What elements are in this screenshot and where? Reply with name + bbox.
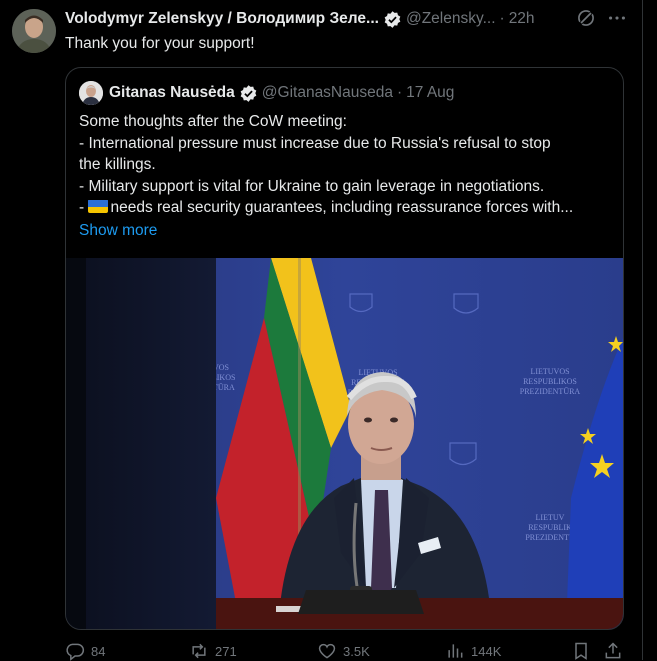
grok-icon[interactable] [576,8,596,28]
separator: · [396,84,403,101]
separator: · [499,10,505,27]
post[interactable]: Volodymyr Zelenskyy / Володимир Зеле... … [0,0,657,661]
like-count: 3.5K [343,643,370,659]
views-icon [445,641,471,661]
quoted-post[interactable]: Gitanas Nausėda @GitanasNauseda · 17 Aug… [65,67,624,630]
quote-author-avatar[interactable] [79,81,103,105]
bookmark-icon [571,641,597,661]
svg-text:RESPUBLIK: RESPUBLIK [528,523,572,532]
reply-count: 84 [91,643,106,659]
show-more-link[interactable]: Show more [79,220,609,242]
quote-line-group: - needs real security guarantees, includ… [79,197,609,219]
quote-line: Some thoughts after the CoW meeting: [79,113,347,130]
timeline-border [642,0,643,660]
svg-text:PREZIDENTŪ: PREZIDENTŪ [525,533,575,542]
verified-badge-icon [239,84,258,103]
repost-button[interactable]: 271 [189,641,237,661]
quote-line-rest: needs real security guarantees, includin… [110,199,574,216]
post-header: Volodymyr Zelenskyy / Володимир Зеле... … [65,9,535,29]
wall-sign-right: LIETUVOS [530,367,569,376]
author-handle[interactable]: @Zelensky... [406,10,496,28]
post-text: Thank you for your support! [65,35,255,52]
quote-line-prefix: - [79,199,89,216]
quote-header: Gitanas Nausėda @GitanasNauseda · 17 Aug [79,81,454,105]
quote-text: Some thoughts after the CoW meeting: - I… [79,111,609,241]
post-time[interactable]: 22h [509,10,535,28]
quote-author-handle[interactable]: @GitanasNauseda [262,84,393,102]
reply-icon [65,641,91,661]
like-button[interactable]: 3.5K [317,641,370,661]
wall-sign-right-low: LIETUV [536,513,565,522]
quote-author-name[interactable]: Gitanas Nausėda [109,84,235,102]
views-button[interactable]: 144K [445,641,501,661]
action-bar: 84 271 3.5K 144K [65,637,622,661]
quote-line: - International pressure must increase d… [79,134,551,152]
quote-photo[interactable]: LIETUVOS RESPUBLIKOS PREZIDENTŪRA LIETUV… [66,258,623,629]
more-icon[interactable] [606,7,628,29]
quote-date[interactable]: 17 Aug [406,84,454,102]
views-count: 144K [471,643,502,659]
author-name[interactable]: Volodymyr Zelenskyy / Володимир Зеле... [65,10,379,28]
reply-button[interactable]: 84 [65,641,105,661]
bookmark-button[interactable] [571,641,597,661]
ukraine-flag-icon [88,199,109,213]
foreground-blur [66,258,216,629]
quote-line: the killings. [79,156,156,173]
verified-badge-icon [383,10,402,29]
repost-count: 271 [215,643,237,659]
quote-line: - Military support is vital for Ukraine … [79,177,545,195]
share-button[interactable] [603,641,629,661]
like-icon [317,641,343,661]
share-icon [603,641,629,661]
svg-text:PREZIDENTŪRA: PREZIDENTŪRA [520,387,581,396]
author-avatar[interactable] [12,9,56,53]
svg-text:RESPUBLIKOS: RESPUBLIKOS [523,377,577,386]
repost-icon [189,641,215,661]
